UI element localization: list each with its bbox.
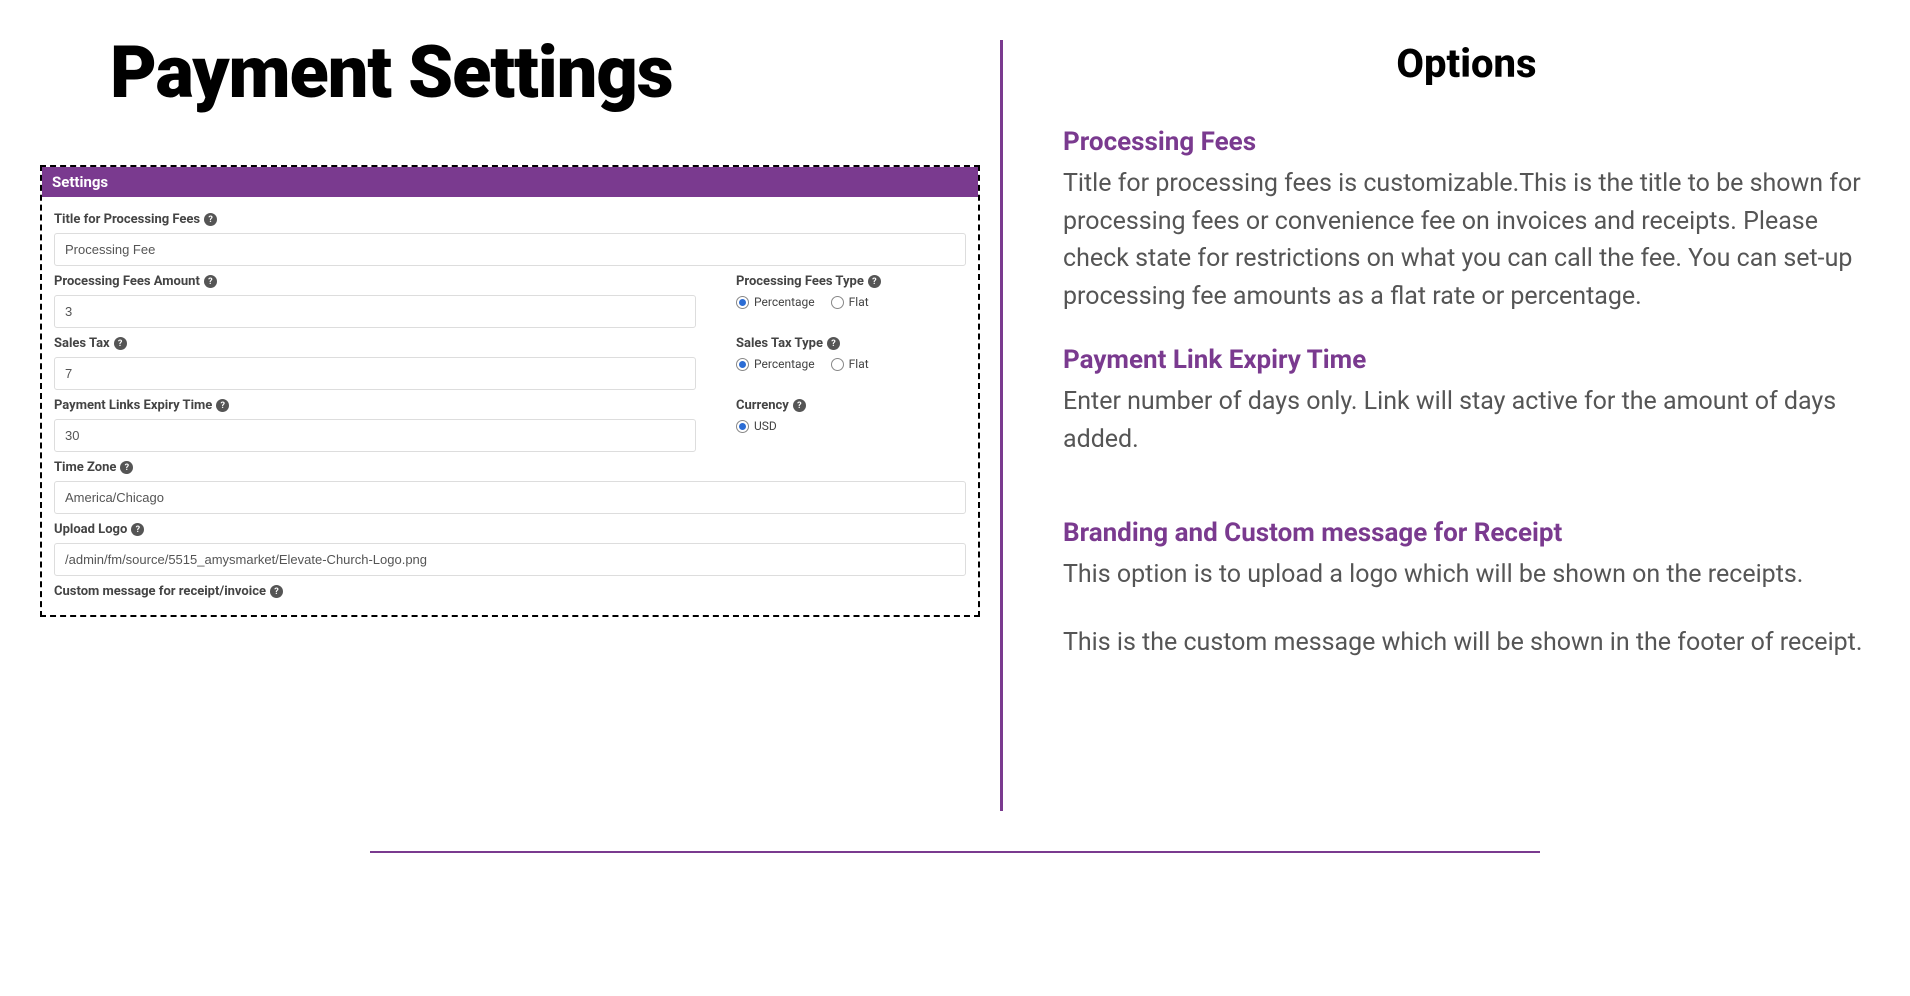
settings-panel-header: Settings — [42, 167, 978, 197]
sales-tax-label: Sales Tax ? — [54, 336, 696, 351]
radio-icon — [831, 296, 844, 309]
sales-tax-type-label: Sales Tax Type ? — [736, 336, 966, 351]
page-title: Payment Settings — [110, 30, 960, 115]
fees-type-percentage-radio[interactable]: Percentage — [736, 295, 815, 309]
section-branding-body-2: This is the custom message which will be… — [1063, 624, 1870, 662]
section-expiry-body: Enter number of days only. Link will sta… — [1063, 383, 1870, 458]
expiry-time-label: Payment Links Expiry Time ? — [54, 398, 696, 413]
currency-usd-radio[interactable]: USD — [736, 419, 777, 433]
options-title: Options — [1063, 40, 1870, 87]
section-branding-title: Branding and Custom message for Receipt — [1063, 518, 1870, 548]
help-icon[interactable]: ? — [868, 275, 881, 288]
section-branding-body-1: This option is to upload a logo which wi… — [1063, 556, 1870, 594]
help-icon[interactable]: ? — [793, 399, 806, 412]
radio-icon — [736, 420, 749, 433]
custom-message-label: Custom message for receipt/invoice ? — [54, 584, 966, 599]
title-processing-fees-label: Title for Processing Fees ? — [54, 212, 966, 227]
expiry-time-input[interactable] — [54, 419, 696, 452]
processing-fees-amount-label: Processing Fees Amount ? — [54, 274, 696, 289]
section-processing-fees-body: Title for processing fees is customizabl… — [1063, 165, 1870, 315]
help-icon[interactable]: ? — [216, 399, 229, 412]
title-processing-fees-input[interactable] — [54, 233, 966, 266]
sales-tax-percentage-radio[interactable]: Percentage — [736, 357, 815, 371]
sales-tax-flat-radio[interactable]: Flat — [831, 357, 869, 371]
radio-icon — [736, 296, 749, 309]
upload-logo-input[interactable] — [54, 543, 966, 576]
timezone-input[interactable] — [54, 481, 966, 514]
fees-type-flat-radio[interactable]: Flat — [831, 295, 869, 309]
radio-icon — [831, 358, 844, 371]
help-icon[interactable]: ? — [270, 585, 283, 598]
section-expiry-title: Payment Link Expiry Time — [1063, 345, 1870, 375]
processing-fees-amount-input[interactable] — [54, 295, 696, 328]
upload-logo-label: Upload Logo ? — [54, 522, 966, 537]
timezone-label: Time Zone ? — [54, 460, 966, 475]
settings-panel: Settings Title for Processing Fees ? — [40, 165, 980, 617]
processing-fees-type-label: Processing Fees Type ? — [736, 274, 966, 289]
help-icon[interactable]: ? — [204, 275, 217, 288]
help-icon[interactable]: ? — [827, 337, 840, 350]
divider — [370, 851, 1540, 853]
help-icon[interactable]: ? — [120, 461, 133, 474]
radio-icon — [736, 358, 749, 371]
section-processing-fees-title: Processing Fees — [1063, 127, 1870, 157]
help-icon[interactable]: ? — [114, 337, 127, 350]
help-icon[interactable]: ? — [131, 523, 144, 536]
currency-label: Currency ? — [736, 398, 966, 413]
sales-tax-input[interactable] — [54, 357, 696, 390]
help-icon[interactable]: ? — [204, 213, 217, 226]
